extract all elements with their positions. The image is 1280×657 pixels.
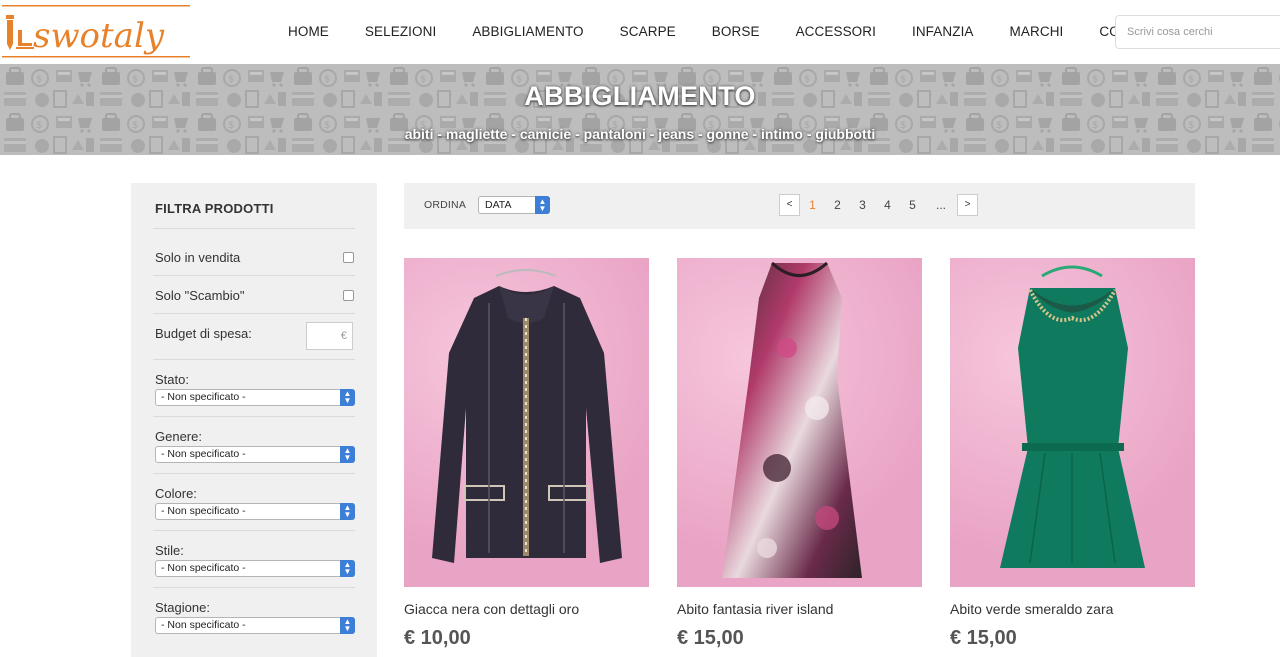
pagination: < 1 2 3 4 5 ... > bbox=[779, 194, 978, 216]
colore-select-value: - Non specificato - bbox=[161, 505, 246, 517]
stagione-select-value: - Non specificato - bbox=[161, 619, 246, 631]
select-arrows-icon: ▲ ▼ bbox=[340, 617, 355, 634]
solo-vendita-checkbox[interactable] bbox=[343, 252, 354, 263]
select-arrows-icon: ▲ ▼ bbox=[340, 446, 355, 463]
page-4[interactable]: 4 bbox=[875, 198, 900, 212]
nav-scarpe[interactable]: SCARPE bbox=[602, 0, 694, 64]
select-arrows-icon: ▲ ▼ bbox=[340, 560, 355, 577]
divider bbox=[153, 416, 355, 417]
order-select-value: DATA bbox=[485, 199, 512, 211]
select-arrows-icon: ▲ ▼ bbox=[340, 389, 355, 406]
nav-borse[interactable]: BORSE bbox=[694, 0, 778, 64]
patterned-maxi-dress-photo[interactable] bbox=[677, 258, 922, 587]
divider bbox=[153, 473, 355, 474]
divider bbox=[153, 313, 355, 314]
category-banner: $ ABBIGLIAMENTO abiti - magliette - cami… bbox=[0, 64, 1280, 155]
nav-selezioni[interactable]: SELEZIONI bbox=[347, 0, 454, 64]
listing-toolbar: ORDINA DATA ▲ ▼ < 1 2 3 4 5 ... > bbox=[404, 183, 1195, 229]
page-2[interactable]: 2 bbox=[825, 198, 850, 212]
product-name[interactable]: Giacca nera con dettagli oro bbox=[404, 601, 579, 617]
product-price: € 15,00 bbox=[950, 627, 1017, 649]
nav-abbigliamento[interactable]: ABBIGLIAMENTO bbox=[454, 0, 601, 64]
page-1[interactable]: 1 bbox=[800, 198, 825, 212]
filter-sidebar: FILTRA PRODOTTI Solo in vendita Solo "Sc… bbox=[131, 183, 377, 657]
nav-accessori[interactable]: ACCESSORI bbox=[778, 0, 894, 64]
site-header: swotaly HOME SELEZIONI ABBIGLIAMENTO SCA… bbox=[0, 0, 1280, 64]
next-page-button[interactable]: > bbox=[957, 194, 978, 216]
nav-home[interactable]: HOME bbox=[270, 0, 347, 64]
solo-scambio-checkbox[interactable] bbox=[343, 290, 354, 301]
svg-text:swotaly: swotaly bbox=[33, 16, 165, 56]
product-name[interactable]: Abito fantasia river island bbox=[677, 601, 833, 617]
product-name[interactable]: Abito verde smeraldo zara bbox=[950, 601, 1113, 617]
site-logo[interactable]: swotaly bbox=[2, 3, 190, 61]
select-arrows-icon: ▲ ▼ bbox=[535, 196, 550, 214]
page-3[interactable]: 3 bbox=[850, 198, 875, 212]
banner-title: ABBIGLIAMENTO bbox=[524, 81, 756, 111]
stato-label: Stato: bbox=[155, 372, 189, 387]
banner-subcategories: abiti - magliette - camicie - pantaloni … bbox=[404, 126, 876, 142]
stagione-label: Stagione: bbox=[155, 600, 210, 615]
budget-input[interactable]: € bbox=[306, 322, 353, 350]
colore-select[interactable]: - Non specificato - ▲ ▼ bbox=[155, 503, 355, 520]
main-nav: HOME SELEZIONI ABBIGLIAMENTO SCARPE BORS… bbox=[270, 0, 1170, 64]
stile-select[interactable]: - Non specificato - ▲ ▼ bbox=[155, 560, 355, 577]
product-card[interactable]: Abito verde smeraldo zara € 15,00 bbox=[950, 258, 1195, 649]
divider bbox=[153, 275, 355, 276]
stato-select-value: - Non specificato - bbox=[161, 391, 246, 403]
product-price: € 10,00 bbox=[404, 627, 471, 649]
divider bbox=[153, 359, 355, 360]
genere-select[interactable]: - Non specificato - ▲ ▼ bbox=[155, 446, 355, 463]
stagione-select[interactable]: - Non specificato - ▲ ▼ bbox=[155, 617, 355, 634]
nav-marchi[interactable]: MARCHI bbox=[992, 0, 1082, 64]
divider bbox=[153, 228, 355, 229]
page-ellipsis: ... bbox=[935, 198, 946, 212]
prev-page-button[interactable]: < bbox=[779, 194, 800, 216]
order-label: ORDINA bbox=[424, 199, 467, 211]
genere-select-value: - Non specificato - bbox=[161, 448, 246, 460]
solo-vendita-label: Solo in vendita bbox=[155, 250, 241, 265]
product-price: € 15,00 bbox=[677, 627, 744, 649]
black-jacket-photo[interactable] bbox=[404, 258, 649, 587]
product-card[interactable]: Abito fantasia river island € 15,00 bbox=[677, 258, 922, 649]
stile-label: Stile: bbox=[155, 543, 184, 558]
page-5[interactable]: 5 bbox=[900, 198, 925, 212]
order-select[interactable]: DATA ▲ ▼ bbox=[478, 196, 550, 214]
emerald-green-dress-photo[interactable] bbox=[950, 258, 1195, 587]
divider bbox=[153, 530, 355, 531]
product-card[interactable]: Giacca nera con dettagli oro € 10,00 bbox=[404, 258, 649, 649]
divider bbox=[153, 587, 355, 588]
budget-label: Budget di spesa: bbox=[155, 326, 252, 341]
nav-infanzia[interactable]: INFANZIA bbox=[894, 0, 992, 64]
select-arrows-icon: ▲ ▼ bbox=[340, 503, 355, 520]
stato-select[interactable]: - Non specificato - ▲ ▼ bbox=[155, 389, 355, 406]
search-input[interactable] bbox=[1115, 15, 1280, 49]
stile-select-value: - Non specificato - bbox=[161, 562, 246, 574]
solo-scambio-label: Solo "Scambio" bbox=[155, 288, 245, 303]
colore-label: Colore: bbox=[155, 486, 197, 501]
filter-title: FILTRA PRODOTTI bbox=[155, 201, 274, 216]
genere-label: Genere: bbox=[155, 429, 202, 444]
